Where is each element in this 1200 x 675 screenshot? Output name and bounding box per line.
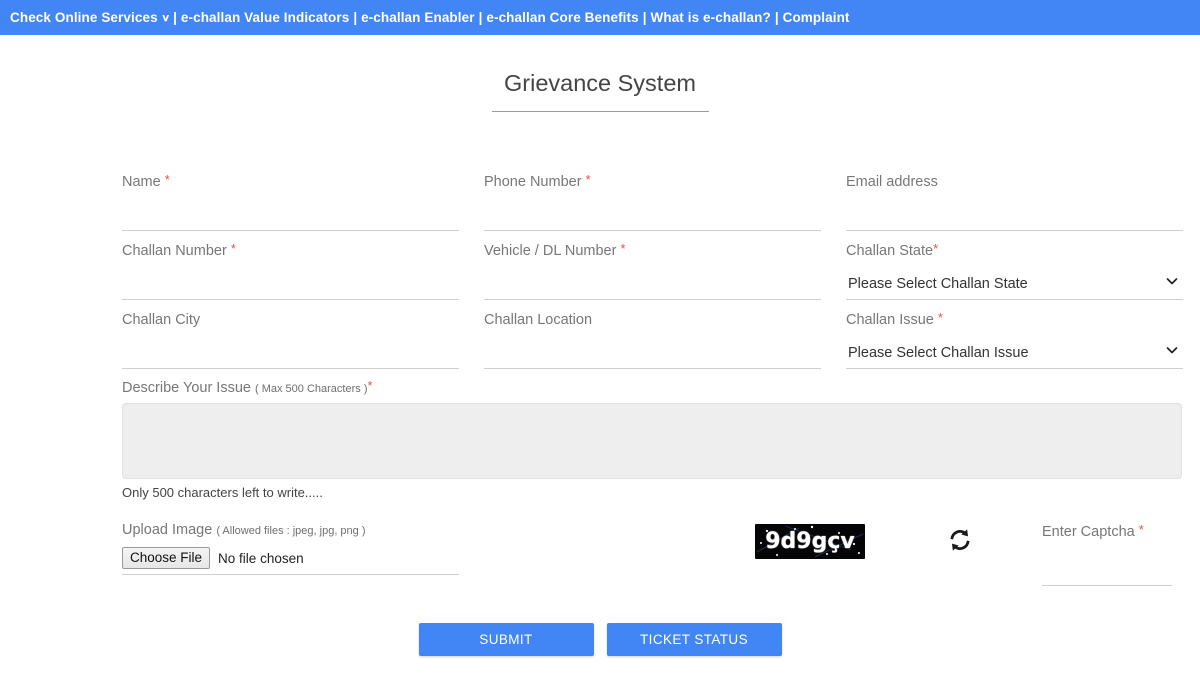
vehicle-dl-input[interactable] xyxy=(484,272,821,300)
form-actions: SUBMIT TICKET STATUS xyxy=(0,623,1200,656)
field-label-email: Email address xyxy=(846,174,938,190)
field-label-name: Name * xyxy=(122,172,170,190)
page-header: Grievance System xyxy=(0,35,1200,112)
upload-captcha-row: Upload Image ( Allowed files : jpeg, jpg… xyxy=(122,520,1182,586)
challan-location-input[interactable] xyxy=(484,341,821,369)
form-col-1: Challan Number * xyxy=(122,231,459,300)
enter-captcha-block: Enter Captcha * xyxy=(1042,520,1172,586)
describe-issue-textarea[interactable] xyxy=(122,403,1182,479)
form-row-3: Challan City Challan Location Challan Is… xyxy=(122,300,1183,369)
nav-separator: | xyxy=(642,10,647,25)
captcha-text: 9d9gçv xyxy=(765,529,855,554)
field-challan-number: Challan Number * xyxy=(122,231,459,300)
field-challan-issue: Challan Issue * Please Select Challan Is… xyxy=(846,300,1183,369)
captcha-refresh-button[interactable] xyxy=(942,523,978,559)
challan-state-select[interactable]: Please Select Challan State xyxy=(846,270,1183,298)
field-label-challan-issue: Challan Issue * xyxy=(846,310,943,328)
field-challan-city: Challan City xyxy=(122,300,459,369)
email-input[interactable] xyxy=(846,203,1183,231)
challan-issue-select[interactable]: Please Select Challan Issue xyxy=(846,339,1183,367)
upload-image-hint: ( Allowed files : jpeg, jpg, png ) xyxy=(216,525,366,537)
required-asterisk: * xyxy=(230,241,236,256)
file-status-text: No file chosen xyxy=(218,550,304,566)
form-col-2: Challan Location xyxy=(484,300,821,369)
form-row-2: Challan Number * Vehicle / DL Number * C… xyxy=(122,231,1183,300)
choose-file-button[interactable]: Choose File xyxy=(122,547,211,569)
field-email: Email address xyxy=(846,162,1183,231)
field-vehicle-dl: Vehicle / DL Number * xyxy=(484,231,821,300)
nav-item-core-benefits[interactable]: e-challan Core Benefits xyxy=(486,10,638,25)
nav-item-what-is-echallan[interactable]: What is e-challan? xyxy=(651,10,771,25)
field-label-challan-number: Challan Number * xyxy=(122,241,236,259)
required-asterisk: * xyxy=(367,378,373,393)
ticket-status-button[interactable]: TICKET STATUS xyxy=(606,623,782,656)
nav-item-enabler[interactable]: e-challan Enabler xyxy=(361,10,475,25)
nav-separator: | xyxy=(478,10,483,25)
form-col-2: Phone Number * xyxy=(484,162,821,231)
form-col-3: Challan State* Please Select Challan Sta… xyxy=(846,231,1183,300)
field-label-enter-captcha: Enter Captcha * xyxy=(1042,522,1144,540)
form-row-1: Name * Phone Number * Email address xyxy=(122,162,1183,231)
nav-separator: | xyxy=(353,10,358,25)
grievance-form: Name * Phone Number * Email address Chal… xyxy=(122,162,1183,369)
required-asterisk: * xyxy=(1138,522,1144,537)
captcha-image: 9d9gçv xyxy=(755,524,865,559)
file-input-row[interactable]: Choose File No file chosen xyxy=(122,547,459,575)
describe-issue-hint: ( Max 500 Characters ) xyxy=(255,383,368,395)
form-col-1: Challan City xyxy=(122,300,459,369)
page-title: Grievance System xyxy=(504,70,696,96)
challan-state-select-wrap: Please Select Challan State xyxy=(846,270,1183,300)
chevron-down-icon: ∨ xyxy=(160,13,171,24)
field-challan-location: Challan Location xyxy=(484,300,821,369)
field-phone: Phone Number * xyxy=(484,162,821,231)
nav-item-complaint[interactable]: Complaint xyxy=(783,10,850,25)
title-divider xyxy=(491,111,709,112)
required-asterisk: * xyxy=(164,172,170,187)
required-asterisk: * xyxy=(933,241,939,256)
phone-input[interactable] xyxy=(484,203,821,231)
submit-button[interactable]: SUBMIT xyxy=(418,623,594,656)
upload-image-block: Upload Image ( Allowed files : jpeg, jpg… xyxy=(122,520,459,575)
field-label-upload-image: Upload Image ( Allowed files : jpeg, jpg… xyxy=(122,522,366,538)
nav-separator: | xyxy=(774,10,779,25)
required-asterisk: * xyxy=(937,310,943,325)
field-label-phone: Phone Number * xyxy=(484,172,591,190)
refresh-icon xyxy=(947,527,973,556)
field-label-challan-state: Challan State* xyxy=(846,241,939,259)
nav-item-check-online-services[interactable]: Check Online Services ∨ xyxy=(10,10,171,25)
challan-issue-select-wrap: Please Select Challan Issue xyxy=(846,339,1183,369)
name-input[interactable] xyxy=(122,203,459,231)
required-asterisk: * xyxy=(585,172,591,187)
nav-item-value-indicators[interactable]: e-challan Value Indicators xyxy=(181,10,349,25)
form-col-1: Name * xyxy=(122,162,459,231)
field-label-challan-location: Challan Location xyxy=(484,312,593,328)
field-label-describe-issue: Describe Your Issue ( Max 500 Characters… xyxy=(122,378,373,396)
field-challan-state: Challan State* Please Select Challan Sta… xyxy=(846,231,1183,300)
nav-item-label: Check Online Services xyxy=(10,10,158,25)
form-col-2: Vehicle / DL Number * xyxy=(484,231,821,300)
top-navbar: Check Online Services ∨ | e-challan Value… xyxy=(0,0,1200,35)
field-name: Name * xyxy=(122,162,459,231)
describe-issue-block: Describe Your Issue ( Max 500 Characters… xyxy=(122,378,1182,500)
nav-separator: | xyxy=(173,10,177,25)
character-counter: Only 500 characters left to write..... xyxy=(122,485,323,500)
challan-number-input[interactable] xyxy=(122,272,459,300)
required-asterisk: * xyxy=(620,241,626,256)
form-col-3: Email address xyxy=(846,162,1183,231)
challan-city-input[interactable] xyxy=(122,341,459,369)
field-label-vehicle-dl: Vehicle / DL Number * xyxy=(484,241,626,259)
form-col-3: Challan Issue * Please Select Challan Is… xyxy=(846,300,1183,369)
enter-captcha-input[interactable] xyxy=(1042,558,1172,586)
field-label-challan-city: Challan City xyxy=(122,312,201,328)
